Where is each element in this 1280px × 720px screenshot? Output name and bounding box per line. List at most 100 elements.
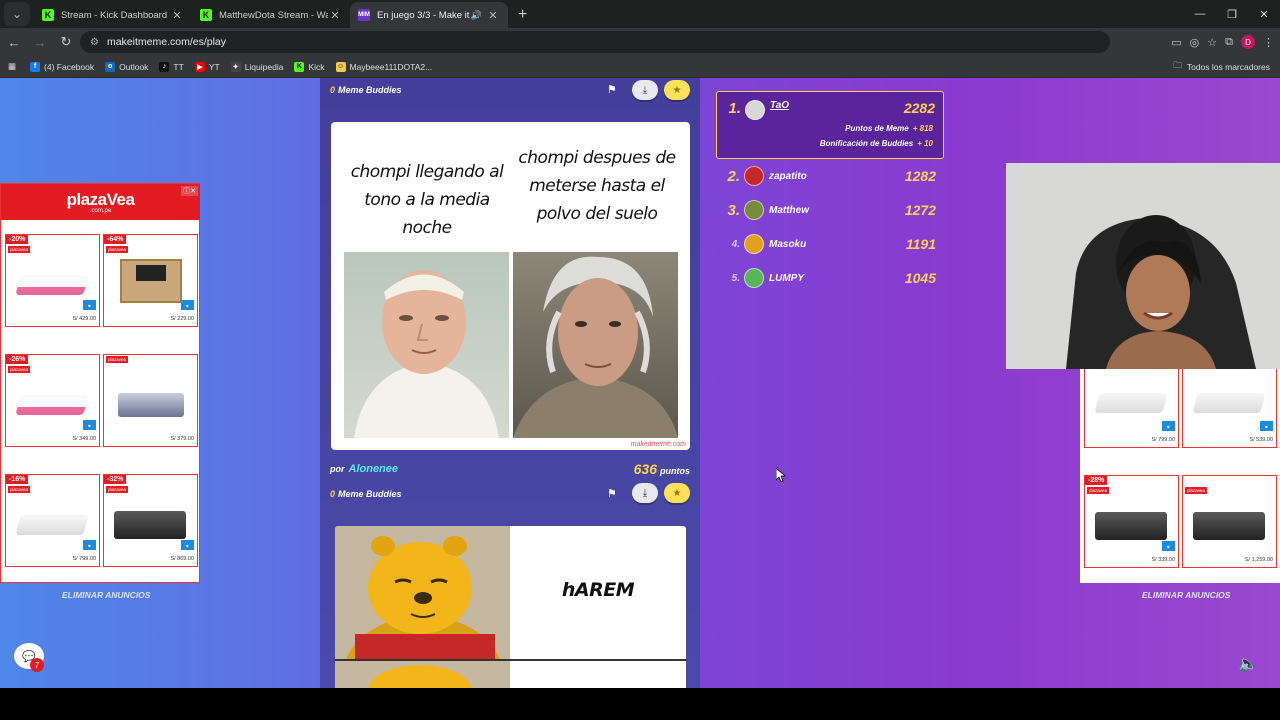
product-price: S/ 339.00 xyxy=(1151,557,1175,563)
kick-icon: K xyxy=(42,9,54,21)
player-name[interactable]: LUMPY xyxy=(769,273,905,284)
tab-matthewdota-stream[interactable]: K MatthewDota Stream - Watch Liv ✕ xyxy=(192,2,350,28)
ad-product[interactable]: plazavea S/ 1,259.00 xyxy=(1182,475,1277,568)
speaker-icon[interactable]: 🔊 xyxy=(471,10,482,21)
close-window-icon[interactable]: ✕ xyxy=(1248,0,1280,28)
player-name[interactable]: zapatito xyxy=(769,171,905,182)
favorite-button[interactable]: ★ xyxy=(664,483,690,503)
avatar xyxy=(744,166,764,186)
player-name[interactable]: TaO xyxy=(770,100,904,111)
apps-icon[interactable]: ▦ xyxy=(8,61,16,72)
product-image xyxy=(15,515,89,535)
discount-badge: -28% xyxy=(1085,476,1108,485)
bookmark-kick[interactable]: K Kick xyxy=(294,61,325,72)
right-ad[interactable]: ■ S/ 799.00 ■ S/ 539.00 -28% plazavea ■ S/ 33… xyxy=(1080,368,1280,583)
bookmark-label: Kick xyxy=(308,61,325,72)
brand-mini-logo: plazavea xyxy=(1185,487,1208,494)
buddies-bonus-label: Bonificación de Buddies xyxy=(819,139,914,148)
extensions-icon[interactable]: ⧉ xyxy=(1225,36,1233,49)
rank: 5. xyxy=(731,272,740,284)
new-tab-icon[interactable]: + xyxy=(518,6,527,24)
pooh-image-bottom xyxy=(335,661,510,688)
bookmark-star-icon[interactable]: ☆ xyxy=(1207,36,1217,49)
bookmark-label: YT xyxy=(208,61,220,72)
flag-icon[interactable]: ⚑ xyxy=(607,83,617,96)
ad-product[interactable]: -28% plazavea ■ S/ 339.00 xyxy=(1084,475,1179,568)
bookmark-tiktok[interactable]: ♪ TT xyxy=(159,61,184,72)
favorite-button[interactable]: ★ xyxy=(664,80,690,100)
bookmark-outlook[interactable]: o Outlook xyxy=(105,61,148,72)
restore-icon[interactable]: ❐ xyxy=(1216,0,1248,28)
toolbar-actions: ▭ ◎ ☆ ⧉ D ⋮ xyxy=(1171,28,1274,56)
product-price: S/ 539.00 xyxy=(1249,437,1273,443)
buddies-label: Meme Buddies xyxy=(338,85,402,95)
liquipedia-icon: ✦ xyxy=(230,61,241,72)
ad-product[interactable]: -20% plazavea ■ S/ 429.00 xyxy=(5,234,100,327)
menu-icon[interactable]: ⋮ xyxy=(1263,36,1274,49)
flag-icon[interactable]: ⚑ xyxy=(607,487,617,500)
all-bookmarks[interactable]: 🗀 Todos los marcadores xyxy=(1173,56,1270,78)
buddies-bonus-row: Bonificación de Buddies + 10 xyxy=(820,139,933,148)
close-icon[interactable]: ✕ xyxy=(170,9,184,22)
leaderboard-row: 3. Matthew 1272 xyxy=(716,193,944,227)
points-value: 636 xyxy=(633,461,657,477)
minimize-icon[interactable]: — xyxy=(1184,0,1216,28)
cast-icon[interactable]: ▭ xyxy=(1171,36,1181,49)
download-button[interactable]: ⤓ xyxy=(632,483,658,503)
ad-product[interactable]: -32% plazavea ■ S/ 869.00 xyxy=(103,474,198,567)
remove-ads-link[interactable]: ELIMINAR ANUNCIOS xyxy=(1142,590,1230,600)
tab-title: Stream - Kick Dashboard xyxy=(61,9,168,21)
brand-mini-logo: plazavea xyxy=(106,356,129,363)
bookmark-liquipedia[interactable]: ✦ Liquipedia xyxy=(230,61,283,72)
ad-product[interactable]: -64% plazavea ■ S/ 229.00 xyxy=(103,234,198,327)
ad-product[interactable]: ■ S/ 539.00 xyxy=(1182,368,1277,448)
bookmarks-folder-label: Todos los marcadores xyxy=(1186,62,1270,72)
leaderboard-row: 2. zapatito 1282 xyxy=(716,159,944,193)
meme2-card[interactable]: hAREM xyxy=(335,526,686,688)
profile-avatar[interactable]: D xyxy=(1241,35,1255,49)
brand-sub: .com.pe xyxy=(89,208,112,214)
site-info-icon[interactable]: ⚙ xyxy=(90,37,99,48)
remove-ads-link[interactable]: ELIMINAR ANUNCIOS xyxy=(62,590,150,600)
close-icon[interactable]: ✕ xyxy=(486,9,500,22)
reload-icon[interactable]: ↻ xyxy=(54,34,78,50)
tab-kick-dashboard[interactable]: K Stream - Kick Dashboard ✕ xyxy=(34,2,192,28)
meme1-card[interactable]: chompi llegando al tono a la media noche… xyxy=(331,122,690,450)
product-image xyxy=(1193,512,1265,540)
ad-product[interactable]: -16% plazavea ■ S/ 799.00 xyxy=(5,474,100,567)
star-icon: ★ xyxy=(672,84,682,96)
ad-product[interactable]: plazavea S/ 379.00 xyxy=(103,354,198,447)
eye-slash-icon[interactable]: ◎ xyxy=(1190,36,1200,49)
download-button[interactable]: ⤓ xyxy=(632,80,658,100)
tab-make-it-meme[interactable]: MIM En juego 3/3 - Make it Meme 🔊 ✕ xyxy=(350,2,508,28)
bookmark-youtube[interactable]: ▶ YT xyxy=(194,61,220,72)
player-name[interactable]: Masoku xyxy=(769,239,906,250)
tab-search-icon[interactable]: ⌄ xyxy=(4,2,30,26)
watermark: makeitmeme.com xyxy=(630,441,686,448)
left-ad[interactable]: plazaVea .com.pe ⓘ✕ -20% plazavea ■ S/ 429.… xyxy=(0,183,200,583)
buddies-count: 0 xyxy=(330,489,336,499)
bookmark-label: (4) Facebook xyxy=(44,61,95,72)
discount-badge: -26% xyxy=(6,355,29,364)
forward-icon[interactable]: → xyxy=(28,35,52,50)
ad-info-icon[interactable]: ⓘ✕ xyxy=(181,186,198,196)
back-icon[interactable]: ← xyxy=(2,35,26,50)
volume-icon[interactable]: 🔈 xyxy=(1238,654,1258,674)
price-tag-icon: ■ xyxy=(1162,421,1175,431)
pope-image xyxy=(344,252,509,438)
kick-icon: K xyxy=(200,9,212,21)
author-link[interactable]: Alonenee xyxy=(349,463,399,475)
ad-product[interactable]: ■ S/ 799.00 xyxy=(1084,368,1179,448)
old-man-image xyxy=(513,252,678,438)
ad-product[interactable]: -26% plazavea ■ S/ 349.00 xyxy=(5,354,100,447)
pooh-image-top xyxy=(335,526,510,660)
product-image xyxy=(1192,393,1266,413)
brand-mini-logo: plazavea xyxy=(106,486,129,493)
bookmark-facebook[interactable]: f (4) Facebook xyxy=(30,61,95,72)
close-icon[interactable]: ✕ xyxy=(328,9,342,22)
url-input[interactable]: ⚙ makeitmeme.com/es/play xyxy=(80,31,1110,53)
leaderboard-row: 4. Masoku 1191 xyxy=(716,227,944,261)
player-name[interactable]: Matthew xyxy=(769,205,905,216)
bookmark-maybee[interactable]: ☺ Maybeee111DOTA2... xyxy=(335,61,432,72)
product-image xyxy=(15,395,89,415)
